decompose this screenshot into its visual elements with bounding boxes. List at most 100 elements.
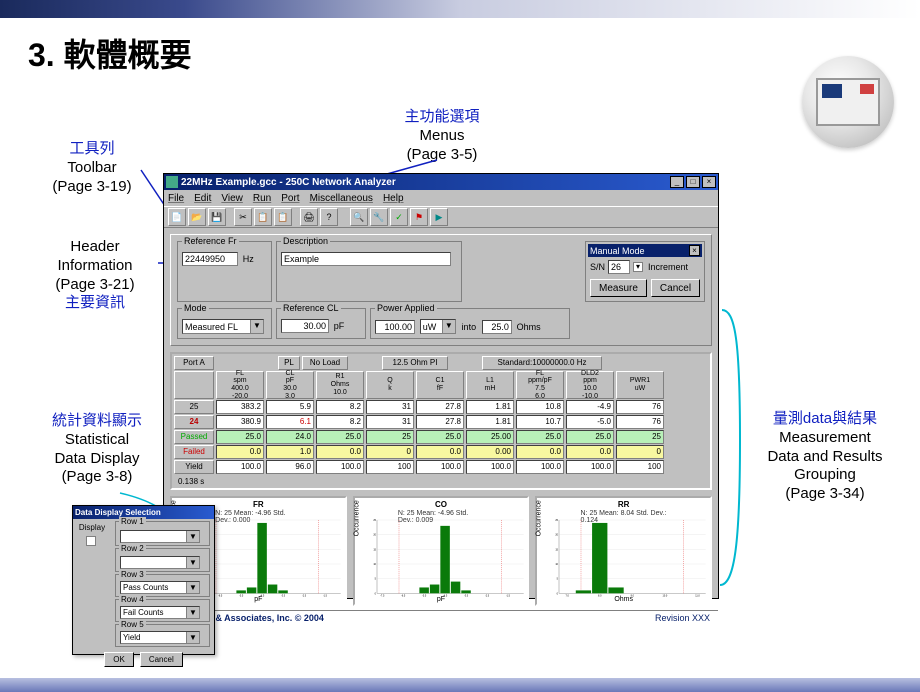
grid-cell[interactable]: 0 bbox=[366, 445, 414, 459]
sn-input[interactable]: 26 bbox=[608, 260, 630, 274]
toolbar-new-icon[interactable]: 📄 bbox=[168, 208, 186, 226]
desc-input[interactable]: Example bbox=[281, 252, 451, 266]
grid-cell[interactable]: 5.9 bbox=[266, 400, 314, 414]
grid-cell[interactable]: 25.0 bbox=[216, 430, 264, 444]
grid-cell[interactable]: 1.0 bbox=[266, 445, 314, 459]
minimize-button[interactable]: _ bbox=[670, 176, 684, 188]
toolbar-play-icon[interactable]: ▶ bbox=[430, 208, 448, 226]
grid-cell[interactable]: 31 bbox=[366, 415, 414, 429]
menu-file[interactable]: File bbox=[168, 193, 184, 204]
dialog-row-combo[interactable]: Fail Counts▼ bbox=[120, 606, 200, 619]
display-checkbox[interactable] bbox=[86, 536, 96, 546]
toolbar-paste-icon[interactable]: 📋 bbox=[274, 208, 292, 226]
menu-misc[interactable]: Miscellaneous bbox=[310, 193, 373, 204]
dialog-row-combo[interactable]: ▼ bbox=[120, 556, 200, 569]
toolbar-flag-icon[interactable]: ⚑ bbox=[410, 208, 428, 226]
grid-cell[interactable]: 100.0 bbox=[216, 460, 264, 474]
dialog-row-combo[interactable]: ▼ bbox=[120, 530, 200, 543]
cancel-button[interactable]: Cancel bbox=[651, 279, 700, 297]
grid-cell[interactable]: 8.2 bbox=[316, 415, 364, 429]
toolbar-binoculars-icon[interactable]: 🔍 bbox=[350, 208, 368, 226]
grid-cell[interactable]: 100 bbox=[366, 460, 414, 474]
grid-cell[interactable]: 25.00 bbox=[466, 430, 514, 444]
toolbar-print-icon[interactable]: 🖨 bbox=[300, 208, 318, 226]
measure-button[interactable]: Measure bbox=[590, 279, 647, 297]
grid-cell[interactable]: 25.0 bbox=[566, 430, 614, 444]
grid-cell[interactable]: 0.0 bbox=[566, 445, 614, 459]
toolbar-save-icon[interactable]: 💾 bbox=[208, 208, 226, 226]
dialog-ok-button[interactable]: OK bbox=[104, 652, 134, 667]
svg-text:-3.5: -3.5 bbox=[281, 595, 286, 598]
grid-cell[interactable]: 100 bbox=[616, 460, 664, 474]
grid-cell[interactable]: 1.81 bbox=[466, 400, 514, 414]
grid-cell[interactable]: 100.0 bbox=[566, 460, 614, 474]
toolbar-copy-icon[interactable]: 📋 bbox=[254, 208, 272, 226]
toolbar-cut-icon[interactable]: ✂ bbox=[234, 208, 252, 226]
grid-cell[interactable]: 0.0 bbox=[516, 445, 564, 459]
grid-cell[interactable]: 0.0 bbox=[316, 445, 364, 459]
grid-cell[interactable]: 383.2 bbox=[216, 400, 264, 414]
grid-cell[interactable]: 27.8 bbox=[416, 400, 464, 414]
manual-close-icon[interactable]: × bbox=[689, 245, 700, 256]
grid-cell[interactable]: 100.0 bbox=[466, 460, 514, 474]
tab-noload[interactable]: No Load bbox=[302, 356, 348, 370]
svg-text:-6.5: -6.5 bbox=[401, 595, 406, 598]
grid-cell[interactable]: 1.81 bbox=[466, 415, 514, 429]
grid-cell[interactable]: 0.0 bbox=[216, 445, 264, 459]
mode-combo[interactable]: Measured FL▼ bbox=[182, 319, 264, 334]
menu-run[interactable]: Run bbox=[253, 193, 271, 204]
refcl-input[interactable]: 30.00 bbox=[281, 319, 329, 333]
grid-cell[interactable]: 25 bbox=[616, 430, 664, 444]
dialog-cancel-button[interactable]: Cancel bbox=[140, 652, 183, 667]
grid-cell[interactable]: -4.9 bbox=[566, 400, 614, 414]
grid-cell[interactable]: -5.0 bbox=[566, 415, 614, 429]
power-input[interactable]: 100.00 bbox=[375, 320, 415, 334]
toolbar-wrench-icon[interactable]: 🔧 bbox=[370, 208, 388, 226]
titlebar[interactable]: 22MHz Example.gcc - 250C Network Analyze… bbox=[164, 174, 718, 190]
grid-cell[interactable]: 76 bbox=[616, 415, 664, 429]
grid-cell[interactable]: 96.0 bbox=[266, 460, 314, 474]
grid-cell[interactable]: 8.2 bbox=[316, 400, 364, 414]
tab-porta[interactable]: Port A bbox=[174, 356, 214, 370]
grid-cell[interactable]: 6.1 bbox=[266, 415, 314, 429]
menu-help[interactable]: Help bbox=[383, 193, 404, 204]
ref-freq-input[interactable]: 22449950 bbox=[182, 252, 238, 266]
grid-cell[interactable]: 31 bbox=[366, 400, 414, 414]
dialog-row-combo[interactable]: Pass Counts▼ bbox=[120, 581, 200, 594]
manual-mode-title[interactable]: Manual Mode × bbox=[588, 244, 702, 257]
grid-cell[interactable]: 10.7 bbox=[516, 415, 564, 429]
tab-pl[interactable]: PL bbox=[278, 356, 300, 370]
tab-ohm[interactable]: 12.5 Ohm PI bbox=[382, 356, 448, 370]
grid-cell[interactable]: 76 bbox=[616, 400, 664, 414]
grid-cell[interactable]: 380.9 bbox=[216, 415, 264, 429]
menu-view[interactable]: View bbox=[221, 193, 243, 204]
maximize-button[interactable]: □ bbox=[686, 176, 700, 188]
grid-cell[interactable]: 0 bbox=[616, 445, 664, 459]
power-unit-combo[interactable]: uW▼ bbox=[420, 319, 456, 334]
menu-port[interactable]: Port bbox=[281, 193, 299, 204]
increment-checkbox[interactable]: ▾ bbox=[633, 262, 643, 272]
desc-fieldset: Description Example bbox=[276, 241, 462, 302]
toolbar-open-icon[interactable]: 📂 bbox=[188, 208, 206, 226]
toolbar-help-icon[interactable]: ? bbox=[320, 208, 338, 226]
grid-cell[interactable]: 100.0 bbox=[316, 460, 364, 474]
grid-cell[interactable]: 25.0 bbox=[416, 430, 464, 444]
grid-cell[interactable]: 100.0 bbox=[516, 460, 564, 474]
close-button[interactable]: × bbox=[702, 176, 716, 188]
grid-cell[interactable]: 25.0 bbox=[316, 430, 364, 444]
into-input[interactable]: 25.0 bbox=[482, 320, 512, 334]
tab-std[interactable]: Standard:10000000.0 Hz bbox=[482, 356, 602, 370]
dialog-row-combo[interactable]: Yield▼ bbox=[120, 631, 200, 644]
svg-text:-1.5: -1.5 bbox=[323, 595, 328, 598]
grid-cell[interactable]: 25.0 bbox=[516, 430, 564, 444]
grid-cell[interactable]: 25 bbox=[366, 430, 414, 444]
menu-edit[interactable]: Edit bbox=[194, 193, 211, 204]
svg-text:10.0: 10.0 bbox=[663, 595, 668, 598]
toolbar-check-icon[interactable]: ✓ bbox=[390, 208, 408, 226]
grid-cell[interactable]: 10.8 bbox=[516, 400, 564, 414]
grid-cell[interactable]: 24.0 bbox=[266, 430, 314, 444]
grid-cell[interactable]: 0.0 bbox=[416, 445, 464, 459]
grid-cell[interactable]: 100.0 bbox=[416, 460, 464, 474]
grid-cell[interactable]: 0.00 bbox=[466, 445, 514, 459]
grid-cell[interactable]: 27.8 bbox=[416, 415, 464, 429]
